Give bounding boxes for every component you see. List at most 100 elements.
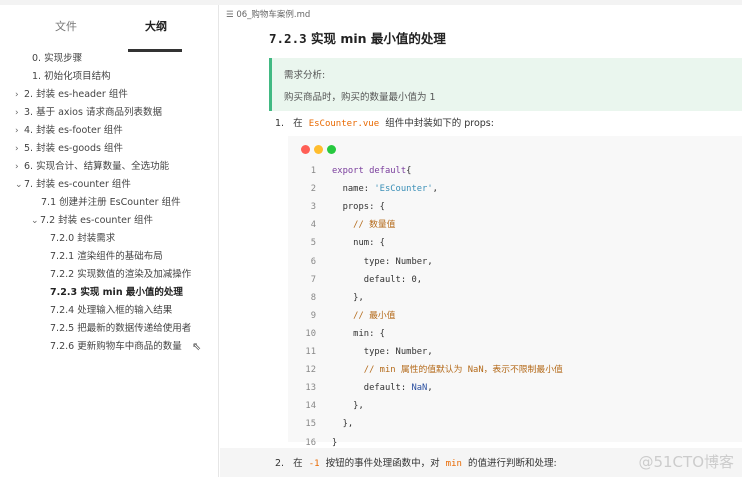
outline-item[interactable]: 7.2.2 实现数值的渲染及加减操作 <box>50 266 191 284</box>
outline-item[interactable]: 7.2.4 处理输入框的输入结果 <box>50 302 172 320</box>
code-token: min: { <box>332 328 385 339</box>
code-line: 3 props: { <box>288 198 385 216</box>
outline-item[interactable]: › 6. 实现合计、结算数量、全选功能 <box>15 158 169 176</box>
code-token: type: Number, <box>332 256 433 267</box>
code-token: } <box>332 437 338 448</box>
code-token: }, <box>332 401 364 412</box>
code-token: type: Number, <box>332 347 433 357</box>
code-token: }, <box>332 419 354 430</box>
outline-item-label: 7.2.1 渲染组件的基础布局 <box>50 251 163 262</box>
code-token: , <box>432 184 438 195</box>
code-token: export default <box>332 166 407 176</box>
outline-toggle-icon[interactable]: ☰ <box>226 10 234 20</box>
line-number: 4 <box>310 220 316 231</box>
chevron-right-icon[interactable]: › <box>15 140 24 158</box>
code-line: 15 }, <box>288 415 353 433</box>
inline-code: min <box>445 459 462 469</box>
window-dot-green-icon <box>327 145 336 154</box>
step-1: 1. 在 EsCounter.vue 组件中封装如下的 props: <box>275 118 494 129</box>
code-line: 1 export default{ <box>288 162 412 180</box>
code-token: // 数量值 <box>332 220 396 231</box>
quote-body: 购买商品时，购买的数量最小值为 1 <box>284 92 436 103</box>
outline-item-label: 7.2.6 更新购物车中商品的数量 <box>50 341 182 352</box>
line-number: 6 <box>310 256 316 267</box>
outline-item-label: 0. 实现步骤 <box>32 53 83 64</box>
quote-title: 需求分析: <box>284 70 326 81</box>
inline-code: EsCounter.vue <box>308 119 380 129</box>
window-dot-yellow-icon <box>314 145 323 154</box>
code-line: 6 type: Number, <box>288 253 433 271</box>
chevron-right-icon[interactable]: › <box>15 86 24 104</box>
outline-item[interactable]: ⌄7.2 封装 es-counter 组件 <box>31 212 153 230</box>
outline-item-label: 7.1 创建并注册 EsCounter 组件 <box>41 197 181 208</box>
outline-item[interactable]: 7.2.5 把最新的数据传递给使用者 <box>50 320 191 338</box>
line-number: 10 <box>305 328 316 339</box>
line-number: 2 <box>310 184 316 195</box>
step-2: 2. 在 -1 按钮的事件处理函数中，对 min 的值进行判断和处理: <box>275 458 557 469</box>
outline-item-label: 2. 封装 es-header 组件 <box>24 89 128 100</box>
outline-item[interactable]: 7.2.0 封装需求 <box>50 230 115 248</box>
outline-item-label: 1. 初始化项目结构 <box>32 71 111 82</box>
outline-item[interactable]: 7.2.6 更新购物车中商品的数量 <box>50 338 182 356</box>
outline-item[interactable]: › 5. 封装 es-goods 组件 <box>15 140 123 158</box>
section-heading: 7.2.3 实现 min 最小值的处理 <box>269 31 446 46</box>
watermark: @51CTO博客 <box>638 453 734 471</box>
line-number: 7 <box>310 274 316 285</box>
window-dot-red-icon <box>301 145 310 154</box>
chevron-down-icon[interactable]: ⌄ <box>31 212 40 230</box>
outline-item[interactable]: 7.1 创建并注册 EsCounter 组件 <box>41 194 181 212</box>
code-line: 11 type: Number, <box>288 343 433 361</box>
code-token: // min 属性的值默认为 NaN，表示不限制最小值 <box>332 365 563 376</box>
outline-item-label: 7. 封装 es-counter 组件 <box>24 179 131 190</box>
outline-item[interactable]: ⌄7. 封装 es-counter 组件 <box>15 176 131 194</box>
code-line: 9 // 最小值 <box>288 307 396 325</box>
chevron-right-icon[interactable]: › <box>15 122 24 140</box>
code-token: NaN <box>411 383 428 394</box>
outline-item[interactable]: › 4. 封装 es-footer 组件 <box>15 122 123 140</box>
tab-files[interactable]: 文件 <box>55 18 77 34</box>
outline-item-label: 7.2.3 实现 min 最小值的处理 <box>50 287 183 298</box>
outline-item-label: 5. 封装 es-goods 组件 <box>24 143 123 154</box>
mouse-cursor-icon: ⇖ <box>192 340 202 353</box>
outline-item[interactable]: 7.2.3 实现 min 最小值的处理 <box>50 284 183 302</box>
code-line: 13 default: NaN, <box>288 379 432 397</box>
outline-item-label: 7.2.4 处理输入框的输入结果 <box>50 305 173 316</box>
line-number: 8 <box>310 292 316 303</box>
file-title-bar: ☰ 06_购物车案例.md <box>226 8 310 20</box>
line-number: 14 <box>305 401 316 412</box>
line-number: 11 <box>305 347 316 357</box>
code-token: default: <box>332 383 412 394</box>
outline-item-label: 7.2.2 实现数值的渲染及加减操作 <box>50 269 192 280</box>
code-token: props: { <box>332 202 385 213</box>
tab-outline[interactable]: 大纲 <box>145 18 167 34</box>
code-line: 4 // 数量值 <box>288 216 396 234</box>
code-token: // 最小值 <box>332 310 396 321</box>
outline-item[interactable]: 0. 实现步骤 <box>32 50 82 68</box>
outline-item[interactable]: 7.2.1 渲染组件的基础布局 <box>50 248 163 266</box>
requirement-blockquote: 需求分析: 购买商品时，购买的数量最小值为 1 <box>269 58 742 111</box>
code-line: 7 default: 0, <box>288 271 422 289</box>
outline-item-label: 7.2.0 封装需求 <box>50 233 116 244</box>
outline-item[interactable]: › 3. 基于 axios 请求商品列表数据 <box>15 104 162 122</box>
outline-item-label: 3. 基于 axios 请求商品列表数据 <box>24 107 162 118</box>
code-token: num: { <box>332 238 385 249</box>
active-tab-indicator <box>128 49 182 52</box>
line-number: 15 <box>305 419 316 430</box>
line-number: 12 <box>305 365 316 376</box>
line-number: 5 <box>310 238 316 249</box>
outline-item[interactable]: 1. 初始化项目结构 <box>32 68 111 86</box>
outline-item-label: 6. 实现合计、结算数量、全选功能 <box>24 161 170 172</box>
sidebar: 文件 大纲 0. 实现步骤 1. 初始化项目结构 › 2. 封装 es-header … <box>0 5 219 477</box>
chevron-right-icon[interactable]: › <box>15 104 24 122</box>
outline-item-label: 7.2.5 把最新的数据传递给使用者 <box>50 323 192 334</box>
outline-item[interactable]: › 2. 封装 es-header 组件 <box>15 86 128 104</box>
sidebar-tabs: 文件 大纲 <box>0 18 219 52</box>
chevron-down-icon[interactable]: ⌄ <box>15 176 24 194</box>
line-number: 13 <box>305 383 316 394</box>
line-number: 1 <box>310 166 316 176</box>
outline-item-label: 4. 封装 es-footer 组件 <box>24 125 123 136</box>
chevron-right-icon[interactable]: › <box>15 158 24 176</box>
code-line: 10 min: { <box>288 325 385 343</box>
code-line: 2 name: 'EsCounter', <box>288 180 438 198</box>
outline-item-label: 7.2 封装 es-counter 组件 <box>40 215 153 226</box>
